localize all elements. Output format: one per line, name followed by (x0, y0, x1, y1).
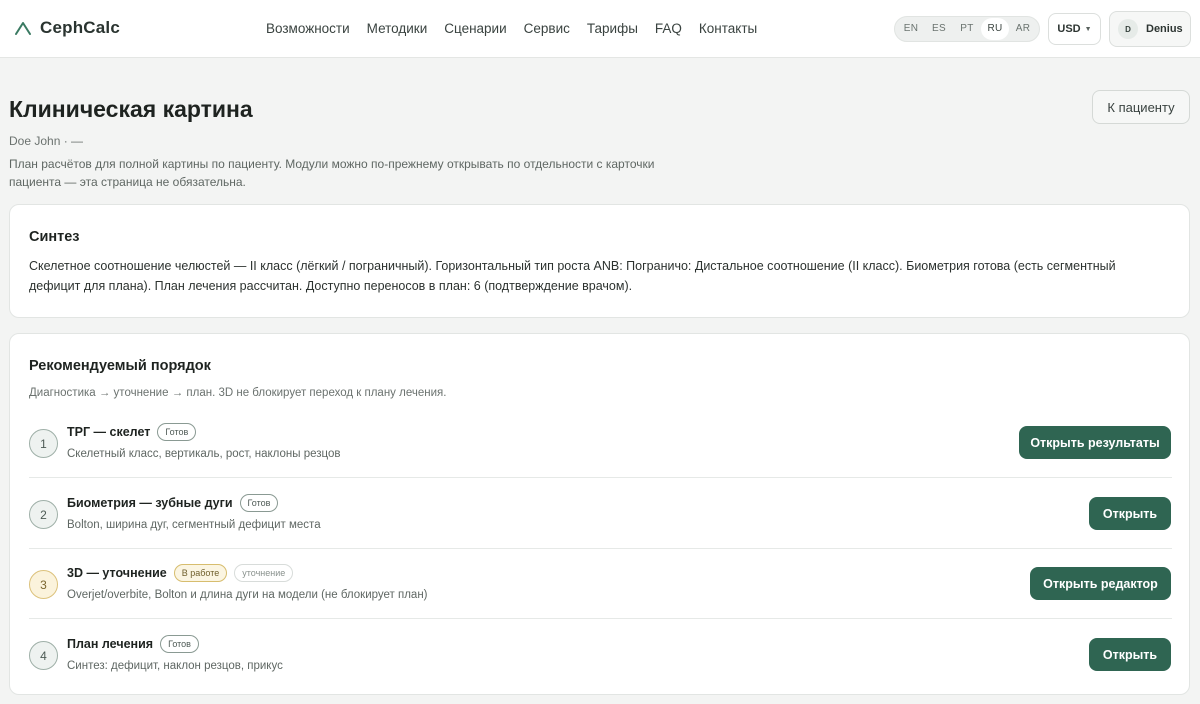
open-button[interactable]: Открыть (1089, 497, 1171, 530)
step-item: 1 ТРГ — скелет Готов Скелетный класс, ве… (29, 408, 1172, 478)
nav-methods[interactable]: Методики (367, 21, 428, 36)
synthesis-title: Синтез (29, 229, 80, 245)
step-header: План лечения Готов (67, 635, 199, 653)
logo[interactable]: CephCalc (14, 18, 120, 38)
nav-pricing[interactable]: Тарифы (587, 21, 638, 36)
step-number: 3 (29, 570, 58, 599)
user-menu[interactable]: D Denius (1109, 11, 1191, 47)
status-badge: Готов (239, 494, 279, 512)
step-header: ТРГ — скелет Готов (67, 423, 197, 441)
main-nav: Возможности Методики Сценарии Сервис Тар… (266, 21, 757, 36)
status-badge: В работе (173, 564, 228, 582)
synthesis-text: Скелетное соотношение челюстей — II клас… (29, 259, 1116, 293)
logo-icon (15, 22, 31, 35)
nav-faq[interactable]: FAQ (655, 21, 682, 36)
step-number: 1 (29, 429, 58, 458)
to-patient-button[interactable]: К пациенту (1092, 90, 1190, 124)
step-number: 2 (29, 500, 58, 529)
page-title: Клиническая картина (9, 96, 253, 122)
open-button[interactable]: Открыть (1089, 638, 1171, 671)
user-name: Denius (1146, 23, 1183, 35)
step-description: Скелетный класс, вертикаль, рост, наклон… (67, 448, 341, 460)
order-subtitle: Диагностика → уточнение → план. 3D не бл… (29, 387, 447, 399)
synthesis-card: Синтез Скелетное соотношение челюстей — … (9, 204, 1190, 318)
currency-select[interactable]: USD ▼ (1048, 13, 1101, 45)
nav-scenarios[interactable]: Сценарии (444, 21, 506, 36)
step-item: 3 3D — уточнение В работе уточнение Over… (29, 549, 1172, 619)
open-editor-button[interactable]: Открыть редактор (1030, 567, 1171, 600)
tag-badge: уточнение (234, 564, 294, 582)
lang-es[interactable]: ES (925, 18, 953, 40)
currency-value: USD (1057, 23, 1081, 35)
step-item: 2 Биометрия — зубные дуги Готов Bolton, … (29, 479, 1172, 549)
step-title: ТРГ — скелет (67, 425, 151, 439)
step-description: Overjet/overbite, Bolton и длина дуги на… (67, 589, 428, 601)
step-title: План лечения (67, 637, 154, 651)
recommended-order-card: Рекомендуемый порядок Диагностика → уточ… (9, 333, 1190, 695)
status-badge: Готов (157, 423, 197, 441)
step-title: Биометрия — зубные дуги (67, 496, 233, 510)
step-header: 3D — уточнение В работе уточнение (67, 564, 294, 582)
language-switcher: EN ES PT RU AR (894, 16, 1040, 42)
avatar: D (1118, 19, 1138, 39)
open-results-button[interactable]: Открыть результаты (1019, 426, 1171, 459)
logo-text: CephCalc (40, 18, 121, 37)
page-description: План расчётов для полной картины по паци… (9, 157, 655, 189)
nav-features[interactable]: Возможности (266, 21, 350, 36)
lang-ar[interactable]: AR (1009, 18, 1037, 40)
nav-contacts[interactable]: Контакты (699, 21, 757, 36)
order-title: Рекомендуемый порядок (29, 358, 211, 374)
step-description: Bolton, ширина дуг, сегментный дефицит м… (67, 519, 321, 531)
step-number: 4 (29, 641, 58, 670)
step-item: 4 План лечения Готов Синтез: дефицит, на… (29, 620, 1172, 690)
step-title: 3D — уточнение (67, 566, 167, 580)
nav-service[interactable]: Сервис (524, 21, 570, 36)
step-description: Синтез: дефицит, наклон резцов, прикус (67, 660, 283, 672)
top-navbar: CephCalc Возможности Методики Сценарии С… (0, 0, 1200, 58)
chevron-down-icon: ▼ (1084, 25, 1092, 33)
patient-name: Doe John · — (9, 134, 84, 148)
lang-en[interactable]: EN (897, 18, 925, 40)
status-badge: Готов (160, 635, 199, 653)
lang-pt[interactable]: PT (953, 18, 981, 40)
lang-ru[interactable]: RU (981, 18, 1009, 40)
step-header: Биометрия — зубные дуги Готов (67, 494, 279, 512)
